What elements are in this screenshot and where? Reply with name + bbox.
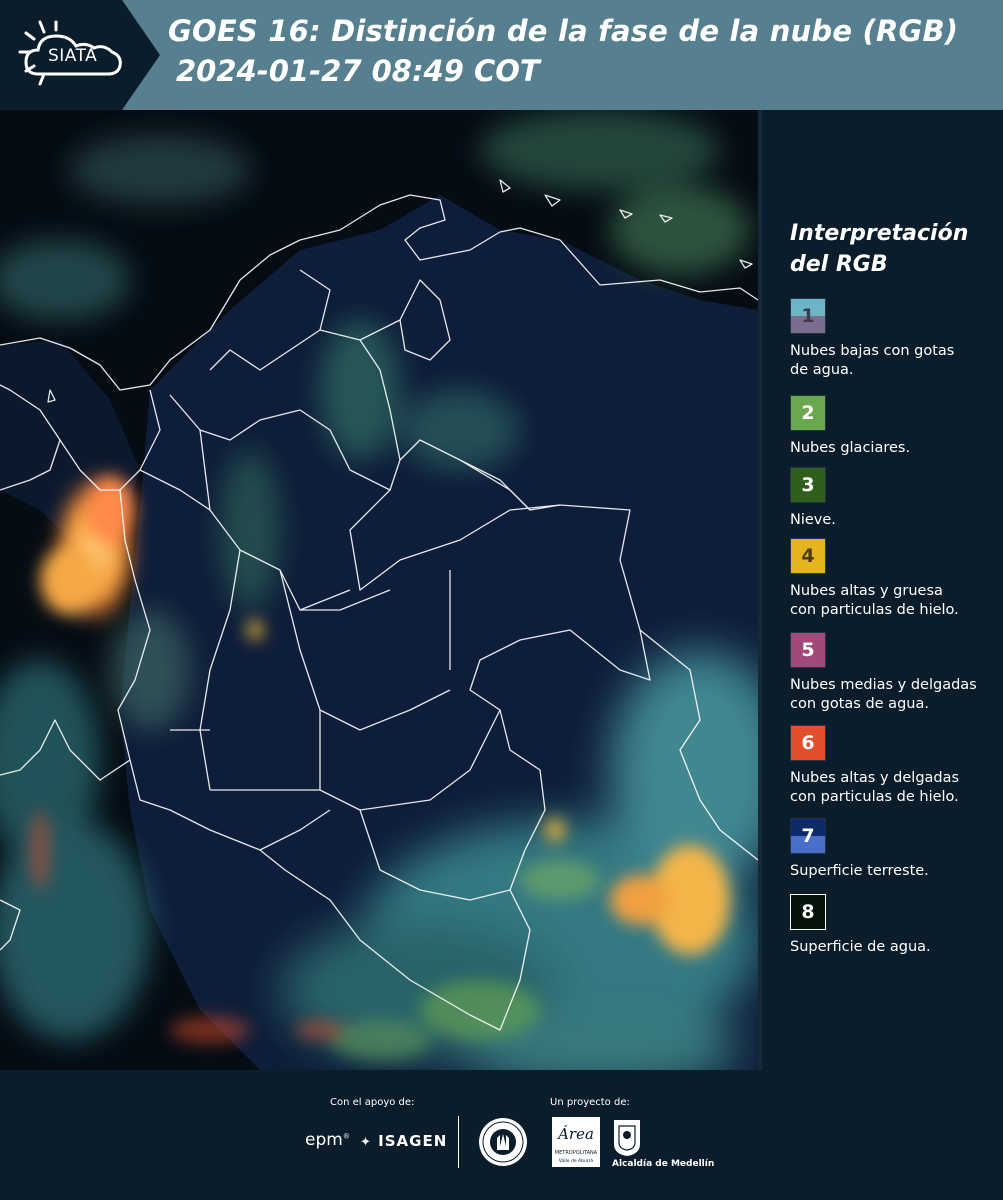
siata-logo-text: SIATA bbox=[48, 46, 98, 66]
legend-label-7: Superficie terreste. bbox=[790, 863, 929, 879]
legend-title: Interpretación del RGB bbox=[790, 218, 968, 280]
legend-number-8: 8 bbox=[801, 901, 815, 923]
alcaldia-shield-icon bbox=[614, 1120, 640, 1156]
legend-title-line2: del RGB bbox=[790, 252, 888, 277]
legend-label-1: Nubes bajas con gotas de agua. bbox=[790, 343, 955, 378]
satellite-map-image bbox=[0, 110, 758, 1070]
seal-icon bbox=[479, 1118, 527, 1166]
legend-item-7: 7 Superficie terreste. bbox=[790, 818, 1003, 881]
legend-item-5: 5 Nubes medias y delgadas con gotas de a… bbox=[790, 632, 1003, 714]
legend-swatch-6: 6 bbox=[790, 725, 826, 761]
footer: Con el apoyo de: Un proyecto de: epm® ✦ … bbox=[0, 1070, 1003, 1200]
svg-text:Área: Área bbox=[556, 1125, 594, 1143]
legend-title-line1: Interpretación bbox=[790, 221, 969, 246]
legend-item-3: 3 Nieve. bbox=[790, 467, 1003, 530]
isagen-logo: ✦ ISAGEN bbox=[360, 1132, 448, 1150]
legend-number-3: 3 bbox=[801, 474, 815, 496]
legend-item-2: 2 Nubes glaciares. bbox=[790, 395, 1003, 458]
footer-divider bbox=[458, 1116, 459, 1168]
legend-number-1: 1 bbox=[801, 305, 815, 327]
legend-number-7: 7 bbox=[801, 825, 815, 847]
legend-label-2: Nubes glaciares. bbox=[790, 440, 911, 456]
legend-swatch-3: 3 bbox=[790, 467, 826, 503]
legend-label-6: Nubes altas y delgadas con particulas de… bbox=[790, 770, 960, 805]
legend-swatch-8: 8 bbox=[790, 894, 826, 930]
legend-item-4: 4 Nubes altas y gruesa con particulas de… bbox=[790, 538, 1003, 620]
legend-item-8: 8 Superficie de agua. bbox=[790, 894, 1003, 957]
page-title: GOES 16: Distinción de la fase de la nub… bbox=[168, 14, 959, 48]
legend-swatch-1: 1 bbox=[790, 298, 826, 334]
page-timestamp: 2024-01-27 08:49 COT bbox=[176, 54, 540, 88]
legend-swatch-7: 7 bbox=[790, 818, 826, 854]
legend-label-8: Superficie de agua. bbox=[790, 939, 931, 955]
legend-label-4: Nubes altas y gruesa con particulas de h… bbox=[790, 583, 959, 618]
legend-number-4: 4 bbox=[801, 545, 815, 567]
header-bar: SIATA GOES 16: Distinción de la fase de … bbox=[0, 0, 1003, 110]
project-label: Un proyecto de: bbox=[550, 1097, 630, 1108]
siata-logo: SIATA bbox=[0, 0, 160, 110]
alcaldia-text: Alcaldía de Medellín bbox=[612, 1159, 715, 1169]
legend-item-6: 6 Nubes altas y delgadas con particulas … bbox=[790, 725, 1003, 807]
svg-text:METROPOLITANA: METROPOLITANA bbox=[555, 1150, 598, 1156]
svg-text:Valle de Aburrá: Valle de Aburrá bbox=[559, 1157, 594, 1164]
legend-label-5: Nubes medias y delgadas con gotas de agu… bbox=[790, 677, 977, 712]
legend-item-1: 1 Nubes bajas con gotas de agua. bbox=[790, 298, 1003, 380]
legend-swatch-4: 4 bbox=[790, 538, 826, 574]
legend-swatch-5: 5 bbox=[790, 632, 826, 668]
support-label: Con el apoyo de: bbox=[330, 1097, 415, 1108]
legend-number-2: 2 bbox=[801, 402, 815, 424]
area-metropolitana-logo: Área METROPOLITANA Valle de Aburrá bbox=[552, 1117, 600, 1171]
legend-label-3: Nieve. bbox=[790, 512, 836, 528]
legend-number-5: 5 bbox=[801, 639, 815, 661]
satellite-map[interactable] bbox=[0, 110, 758, 1070]
legend-panel: Interpretación del RGB 1 Nubes bajas con… bbox=[758, 110, 1003, 1070]
isagen-icon: ✦ bbox=[360, 1135, 372, 1150]
legend-number-6: 6 bbox=[801, 732, 815, 754]
legend-swatch-2: 2 bbox=[790, 395, 826, 431]
epm-logo: epm® bbox=[305, 1130, 350, 1150]
